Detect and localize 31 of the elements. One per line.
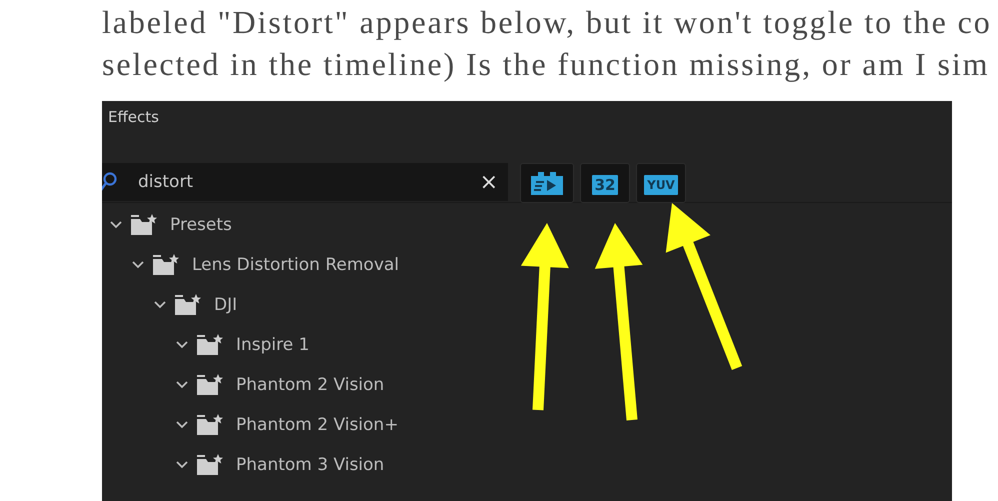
filter-toggle-button[interactable]: YUV (636, 163, 686, 203)
chevron-icon[interactable] (154, 301, 166, 309)
tree-item-label[interactable]: Phantom 2 Vision+ (236, 415, 398, 435)
filter-toggle-button[interactable]: 32 (580, 163, 630, 203)
tree-item-label[interactable]: Presets (170, 215, 232, 235)
tree-item-label[interactable]: DJI (214, 295, 238, 315)
tree-item-label[interactable]: Phantom 2 Vision (236, 375, 384, 395)
folder-star-icon (196, 334, 224, 356)
post-text: labeled "Distort" appears below, but it won't toggle to the co (102, 3, 993, 42)
tree-item-label[interactable]: Lens Distortion Removal (192, 255, 400, 275)
folder-star-icon (174, 294, 202, 316)
panel-title: Effects (107, 107, 160, 128)
folder-star-icon (130, 214, 158, 236)
search-icon (102, 172, 118, 192)
chevron-icon[interactable] (176, 381, 188, 389)
post-text: selected in the timeline) Is the function missing, or am I sim (102, 45, 990, 84)
tree-item-label[interactable]: Inspire 1 (236, 335, 310, 355)
clear-button[interactable]: × (476, 170, 502, 194)
chevron-icon[interactable] (110, 221, 122, 229)
accelerated-effects-icon (530, 170, 564, 196)
search-field[interactable]: distort × (102, 163, 508, 201)
chevron-icon[interactable] (176, 421, 188, 429)
tree-item-label[interactable]: Phantom 3 Vision (236, 455, 384, 475)
chevron-icon[interactable] (132, 261, 144, 269)
folder-star-icon (196, 374, 224, 396)
folder-star-icon (152, 254, 180, 276)
folder-star-icon (196, 414, 224, 436)
filter-toggle-button[interactable] (520, 163, 574, 203)
chevron-icon[interactable] (176, 461, 188, 469)
chevron-icon[interactable] (176, 341, 188, 349)
folder-star-icon (196, 454, 224, 476)
